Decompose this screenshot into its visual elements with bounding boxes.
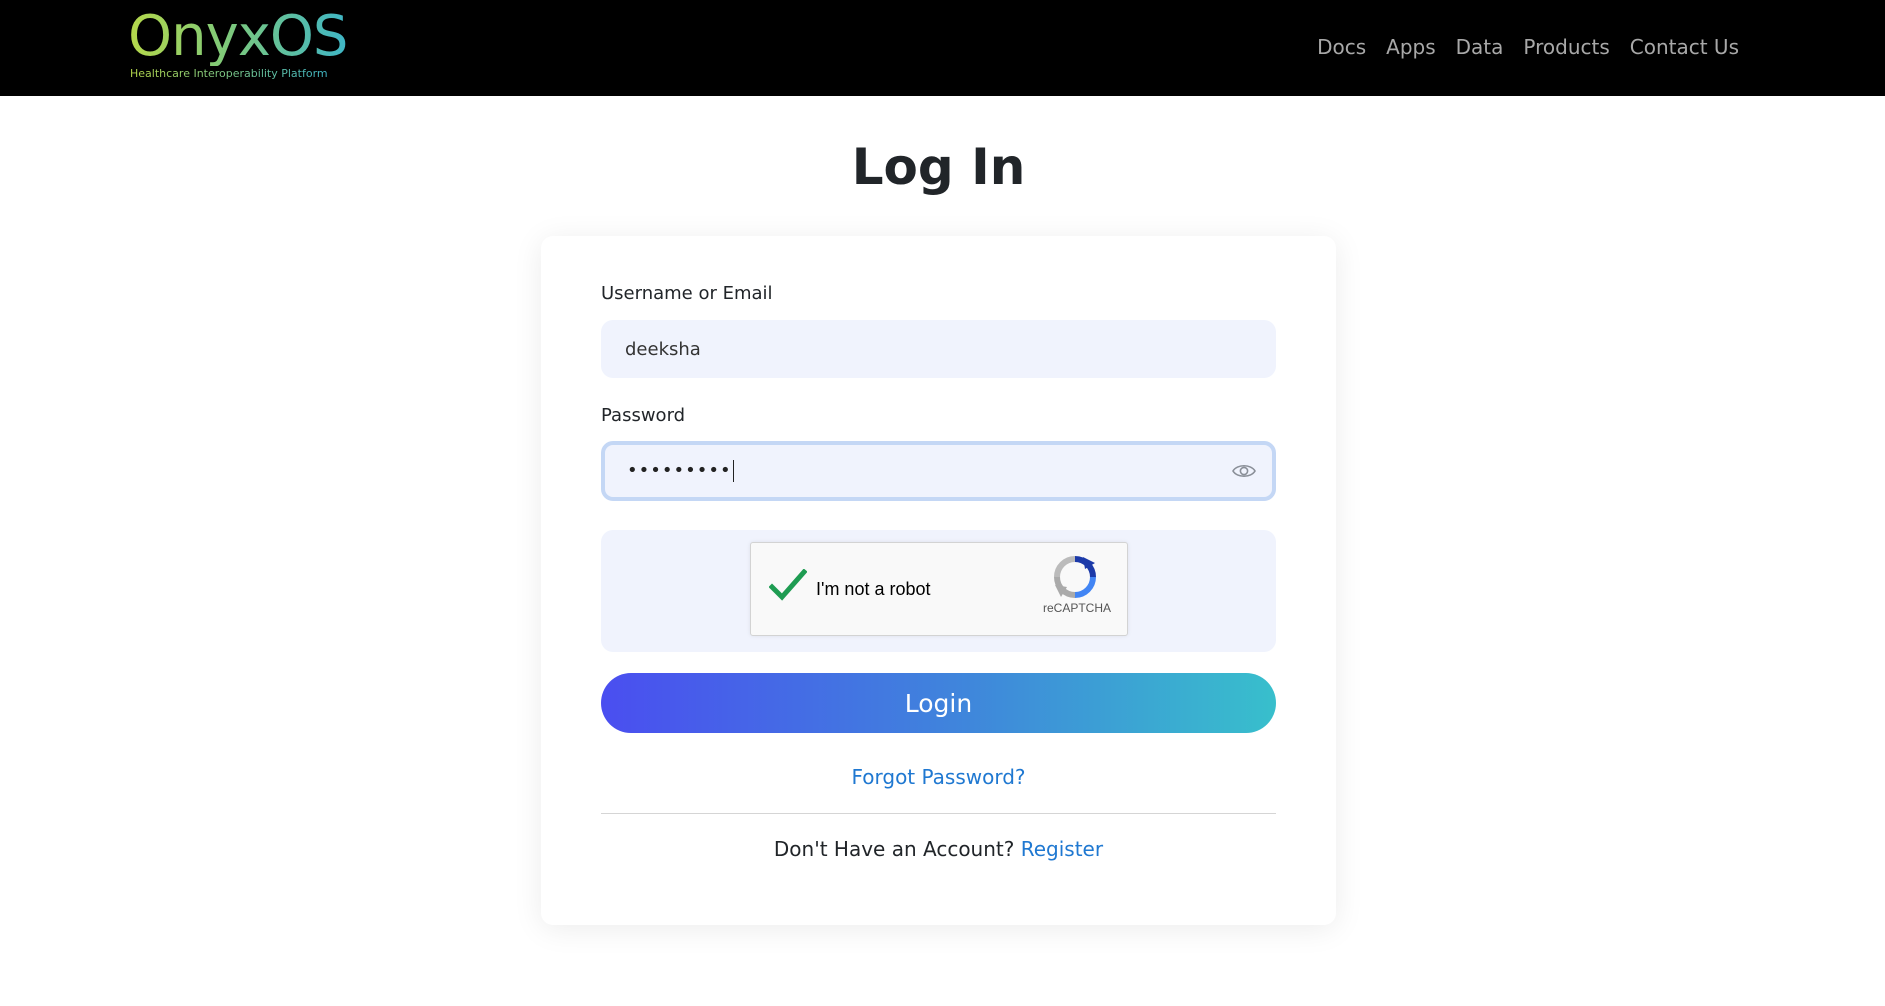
nav-link-products[interactable]: Products bbox=[1523, 30, 1609, 64]
captcha-container: I'm not a robot reCAPTCHA bbox=[601, 530, 1276, 652]
username-label: Username or Email bbox=[601, 283, 773, 304]
logo-wordmark: OnyxOS bbox=[128, 4, 348, 69]
nav-link-apps[interactable]: Apps bbox=[1386, 30, 1436, 64]
forgot-password-link[interactable]: Forgot Password? bbox=[541, 764, 1336, 790]
username-value: deeksha bbox=[625, 338, 701, 360]
password-masked-value: ••••••••• bbox=[627, 460, 732, 481]
divider bbox=[601, 813, 1276, 814]
register-link[interactable]: Register bbox=[1021, 837, 1103, 861]
onyxos-logo[interactable]: OnyxOS Healthcare Interoperability Platf… bbox=[128, 8, 348, 88]
page-title: Log In bbox=[851, 138, 1026, 196]
nav-link-docs[interactable]: Docs bbox=[1317, 30, 1366, 64]
recaptcha-brand-text: reCAPTCHA bbox=[1042, 601, 1111, 615]
text-caret bbox=[732, 460, 734, 482]
recaptcha-logo-icon bbox=[1054, 556, 1096, 598]
nav-link-contact-us[interactable]: Contact Us bbox=[1630, 30, 1739, 64]
captcha-label: I'm not a robot bbox=[816, 579, 931, 599]
eye-icon[interactable] bbox=[1232, 461, 1256, 481]
login-card: Username or Email deeksha Password •••••… bbox=[541, 236, 1336, 925]
top-navbar: OnyxOS Healthcare Interoperability Platf… bbox=[0, 0, 1885, 96]
recaptcha-widget[interactable]: I'm not a robot reCAPTCHA bbox=[750, 542, 1128, 636]
logo-tagline: Healthcare Interoperability Platform bbox=[130, 67, 328, 80]
register-prompt: Don't Have an Account? Register bbox=[541, 836, 1336, 862]
nav-links: Docs Apps Data Products Contact Us bbox=[1317, 30, 1739, 64]
no-account-text: Don't Have an Account? bbox=[773, 837, 1015, 861]
password-input[interactable]: ••••••••• bbox=[601, 441, 1276, 501]
nav-link-data[interactable]: Data bbox=[1456, 30, 1504, 64]
password-label: Password bbox=[601, 405, 686, 426]
login-button[interactable]: Login bbox=[601, 673, 1276, 733]
checkmark-icon[interactable] bbox=[769, 569, 807, 603]
username-input[interactable]: deeksha bbox=[601, 320, 1276, 378]
